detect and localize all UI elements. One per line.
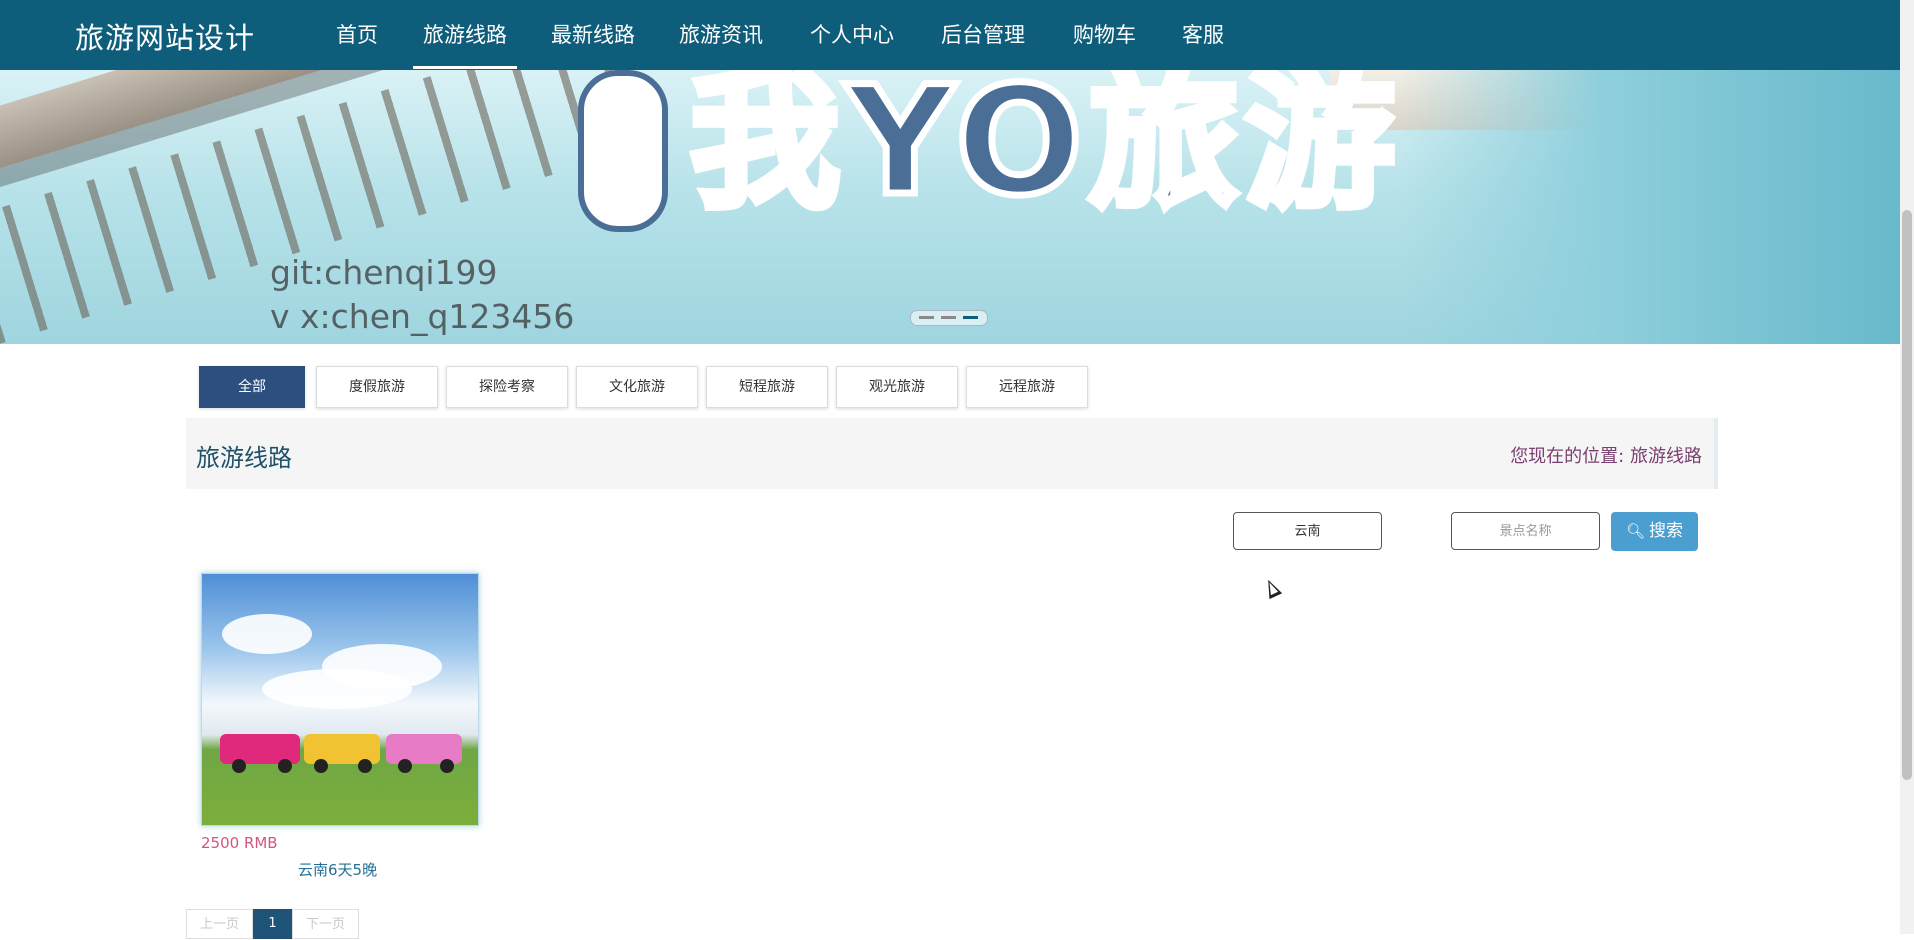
nav-item-user-center[interactable]: 个人中心 xyxy=(810,19,894,49)
watermark-line-1: git:chenqi199 xyxy=(270,253,498,292)
banner-logo-text: 我YO旅游 xyxy=(687,70,1401,233)
search-button[interactable]: 🔍︎ 搜索 xyxy=(1611,512,1698,551)
route-price: 2500 RMB xyxy=(201,834,278,852)
category-culture-button[interactable]: 文化旅游 xyxy=(576,366,698,408)
carousel-dot-2[interactable] xyxy=(941,316,956,319)
nav-item-routes[interactable]: 旅游线路 xyxy=(413,19,517,69)
category-vacation-button[interactable]: 度假旅游 xyxy=(316,366,438,408)
nav-item-admin[interactable]: 后台管理 xyxy=(941,19,1025,49)
scrollbar-thumb[interactable] xyxy=(1902,210,1912,780)
nav-item-cart[interactable]: 购物车 xyxy=(1073,19,1136,49)
region-input[interactable]: 云南 xyxy=(1233,512,1382,550)
section-header: 旅游线路 您现在的位置: 旅游线路 xyxy=(186,418,1718,489)
route-thumbnail-image xyxy=(202,574,478,825)
category-long-trip-button[interactable]: 远程旅游 xyxy=(966,366,1088,408)
carousel-dot-1[interactable] xyxy=(919,316,934,319)
route-name-link[interactable]: 云南6天5晚 xyxy=(298,859,377,880)
page-1-button[interactable]: 1 xyxy=(253,909,292,939)
page-scrollbar[interactable] xyxy=(1900,0,1914,934)
spot-name-input[interactable]: 景点名称 xyxy=(1451,512,1600,550)
site-brand[interactable]: 旅游网站设计 xyxy=(75,15,255,57)
category-short-trip-button[interactable]: 短程旅游 xyxy=(706,366,828,408)
top-navbar: 旅游网站设计 首页 旅游线路 最新线路 旅游资讯 个人中心 后台管理 购物车 客… xyxy=(0,0,1900,70)
breadcrumb: 您现在的位置: 旅游线路 xyxy=(1510,442,1702,468)
search-icon: 🔍︎ xyxy=(1625,522,1646,540)
category-adventure-button[interactable]: 探险考察 xyxy=(446,366,568,408)
breadcrumb-prefix: 您现在的位置: xyxy=(1510,446,1625,467)
watermark-line-2: v x:chen_q123456 xyxy=(270,297,575,336)
carousel-dot-3[interactable] xyxy=(963,316,978,319)
breadcrumb-current[interactable]: 旅游线路 xyxy=(1630,446,1702,467)
page-title: 旅游线路 xyxy=(196,444,292,472)
nav-item-news[interactable]: 旅游资讯 xyxy=(679,19,763,49)
prev-page-button[interactable]: 上一页 xyxy=(186,909,253,939)
next-page-button[interactable]: 下一页 xyxy=(292,909,359,939)
mascot-icon xyxy=(578,70,668,232)
nav-item-latest-routes[interactable]: 最新线路 xyxy=(551,19,635,49)
nav-item-service[interactable]: 客服 xyxy=(1182,19,1224,49)
category-sightseeing-button[interactable]: 观光旅游 xyxy=(836,366,958,408)
banner-carousel[interactable]: 我YO旅游 git:chenqi199 v x:chen_q123456 xyxy=(0,70,1900,344)
carousel-indicators xyxy=(910,310,988,326)
mouse-cursor-icon xyxy=(1261,576,1283,600)
nav-item-home[interactable]: 首页 xyxy=(336,19,378,49)
banner-water-image xyxy=(1400,70,1900,344)
category-all-button[interactable]: 全部 xyxy=(199,366,305,408)
search-button-label: 搜索 xyxy=(1649,521,1684,541)
route-card[interactable] xyxy=(201,573,479,826)
